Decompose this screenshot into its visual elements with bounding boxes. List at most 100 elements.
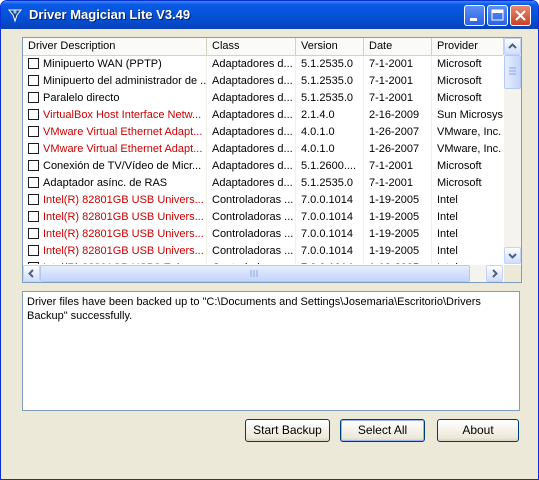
scroll-down-button[interactable]	[504, 247, 521, 264]
table-row[interactable]: Intel(R) 82801GB USB Univers... Controlad…	[23, 226, 503, 243]
cell-date: 1-19-2005	[364, 209, 432, 226]
vertical-scroll-thumb[interactable]	[504, 55, 521, 89]
close-button[interactable]	[510, 5, 531, 26]
horizontal-scroll-thumb[interactable]	[40, 265, 470, 282]
about-button[interactable]: About	[437, 419, 519, 442]
cell-class: Controladoras ...	[207, 243, 296, 260]
driver-description: Minipuerto WAN (PPTP)	[43, 58, 162, 70]
grip-icon	[250, 270, 258, 277]
cell-class: Controladoras ...	[207, 260, 296, 264]
scroll-up-button[interactable]	[504, 38, 521, 55]
cell-class: Adaptadores d...	[207, 56, 296, 73]
cell-version: 4.0.1.0	[296, 141, 364, 158]
row-checkbox[interactable]	[28, 58, 39, 69]
table-row[interactable]: Paralelo directo Adaptadores d... 5.1.2535…	[23, 90, 503, 107]
row-checkbox[interactable]	[28, 160, 39, 171]
row-checkbox[interactable]	[28, 262, 39, 264]
row-checkbox[interactable]	[28, 109, 39, 120]
driver-description: Adaptador asínc. de RAS	[43, 177, 168, 189]
driver-description: Minipuerto del administrador de ...	[43, 75, 207, 87]
cell-provider: Microsoft	[432, 158, 503, 175]
cell-version: 5.1.2600....	[296, 158, 364, 175]
cell-description: VMware Virtual Ethernet Adapt...	[23, 124, 207, 141]
driver-description: VMware Virtual Ethernet Adapt...	[43, 126, 203, 138]
table-row[interactable]: Intel(R) 82801GB USB2 Enh... Controladora…	[23, 260, 503, 264]
table-row[interactable]: VMware Virtual Ethernet Adapt... Adaptado…	[23, 141, 503, 158]
driver-description: Paralelo directo	[43, 92, 120, 104]
column-header-description[interactable]: Driver Description	[23, 38, 207, 55]
cell-class: Adaptadores d...	[207, 73, 296, 90]
cell-class: Adaptadores d...	[207, 90, 296, 107]
maximize-button[interactable]	[487, 5, 508, 26]
row-checkbox[interactable]	[28, 228, 39, 239]
table-row[interactable]: Conexión de TV/Vídeo de Micr... Adaptador…	[23, 158, 503, 175]
cell-description: Intel(R) 82801GB USB Univers...	[23, 243, 207, 260]
cell-provider: Sun Microsys	[432, 107, 503, 124]
table-row[interactable]: VirtualBox Host Interface Netw... Adaptad…	[23, 107, 503, 124]
cell-version: 5.1.2535.0	[296, 175, 364, 192]
row-checkbox[interactable]	[28, 245, 39, 256]
horizontal-scrollbar[interactable]	[23, 265, 503, 282]
maximize-icon	[491, 9, 504, 21]
table-row[interactable]: Minipuerto WAN (PPTP) Adaptadores d... 5.1…	[23, 56, 503, 73]
column-header-class[interactable]: Class	[207, 38, 296, 55]
minimize-button[interactable]	[464, 5, 485, 26]
cell-date: 1-19-2005	[364, 260, 432, 264]
cell-description: Intel(R) 82801GB USB Univers...	[23, 226, 207, 243]
cell-class: Controladoras ...	[207, 192, 296, 209]
close-icon	[515, 10, 526, 21]
row-checkbox[interactable]	[28, 194, 39, 205]
cell-description: Intel(R) 82801GB USB Univers...	[23, 192, 207, 209]
arrow-down-icon	[508, 253, 517, 259]
cell-provider: Intel	[432, 226, 503, 243]
cell-provider: VMware, Inc.	[432, 141, 503, 158]
cell-date: 7-1-2001	[364, 90, 432, 107]
scroll-left-button[interactable]	[23, 265, 40, 282]
select-all-button[interactable]: Select All	[340, 419, 425, 442]
row-checkbox[interactable]	[28, 211, 39, 222]
cell-version: 4.0.1.0	[296, 124, 364, 141]
cell-class: Controladoras ...	[207, 226, 296, 243]
cell-version: 7.0.0.1014	[296, 192, 364, 209]
status-log: Driver files have been backed up to "C:\…	[22, 291, 520, 411]
column-header-version[interactable]: Version	[296, 38, 364, 55]
row-checkbox[interactable]	[28, 177, 39, 188]
driver-description: VirtualBox Host Interface Netw...	[43, 109, 202, 121]
start-backup-button[interactable]: Start Backup	[245, 419, 330, 442]
scroll-right-button[interactable]	[486, 265, 503, 282]
cell-provider: VMware, Inc.	[432, 124, 503, 141]
row-checkbox[interactable]	[28, 92, 39, 103]
row-checkbox[interactable]	[28, 143, 39, 154]
title-bar[interactable]: Driver Magician Lite V3.49	[1, 1, 538, 29]
column-header-provider[interactable]: Provider	[432, 38, 504, 55]
column-header-date[interactable]: Date	[364, 38, 432, 55]
driver-description: Intel(R) 82801GB USB Univers...	[43, 245, 204, 257]
driver-description: Intel(R) 82801GB USB Univers...	[43, 228, 204, 240]
list-header: Driver Description Class Version Date Pr…	[23, 38, 504, 56]
table-row[interactable]: Minipuerto del administrador de ... Adapt…	[23, 73, 503, 90]
cell-description: Minipuerto WAN (PPTP)	[23, 56, 207, 73]
vertical-scrollbar[interactable]	[504, 38, 521, 264]
driver-description: VMware Virtual Ethernet Adapt...	[43, 143, 203, 155]
table-row[interactable]: VMware Virtual Ethernet Adapt... Adaptado…	[23, 124, 503, 141]
cell-provider: Intel	[432, 209, 503, 226]
cell-class: Adaptadores d...	[207, 158, 296, 175]
cell-version: 7.0.0.1014	[296, 226, 364, 243]
window-title: Driver Magician Lite V3.49	[29, 7, 191, 22]
cell-version: 7.0.0.1014	[296, 243, 364, 260]
scrollbar-corner	[504, 265, 521, 282]
cell-date: 7-1-2001	[364, 56, 432, 73]
cell-date: 7-1-2001	[364, 158, 432, 175]
driver-list[interactable]: Driver Description Class Version Date Pr…	[22, 37, 522, 283]
row-checkbox[interactable]	[28, 126, 39, 137]
cell-description: Paralelo directo	[23, 90, 207, 107]
minimize-icon	[470, 18, 477, 21]
cell-provider: Microsoft	[432, 56, 503, 73]
table-row[interactable]: Intel(R) 82801GB USB Univers... Controlad…	[23, 192, 503, 209]
table-row[interactable]: Adaptador asínc. de RAS Adaptadores d... 5…	[23, 175, 503, 192]
row-checkbox[interactable]	[28, 75, 39, 86]
arrow-right-icon	[492, 269, 498, 278]
table-row[interactable]: Intel(R) 82801GB USB Univers... Controlad…	[23, 209, 503, 226]
cell-version: 2.1.4.0	[296, 107, 364, 124]
table-row[interactable]: Intel(R) 82801GB USB Univers... Controlad…	[23, 243, 503, 260]
